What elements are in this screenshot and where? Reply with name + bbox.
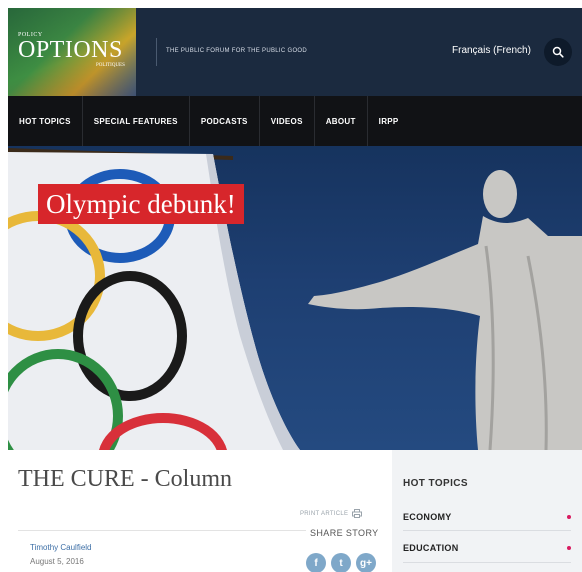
nav-item-special-features[interactable]: SPECIAL FEATURES [83,96,190,146]
language-toggle-link[interactable]: Français (French) [452,45,531,56]
nav-item-irpp[interactable]: IRPP [368,96,410,146]
sidebar-item-education[interactable]: EDUCATION [403,537,571,559]
print-article-link[interactable]: PRINT ARTICLE [300,509,363,518]
share-story-label: SHARE STORY [306,528,379,538]
site-tagline: THE PUBLIC FORUM FOR THE PUBLIC GOOD [166,48,308,54]
author-link[interactable]: Timothy Caulfield [30,543,92,552]
printer-icon [352,509,363,518]
sidebar-divider [403,530,571,531]
logo-text: POLICY OPTIONS POLITIQUES [18,32,125,68]
hero-label[interactable]: Olympic debunk! [38,184,244,224]
sidebar-title: HOT TOPICS [403,478,468,489]
article-title: THE CURE - Column [18,466,232,492]
main-nav: HOT TOPICS SPECIAL FEATURES PODCASTS VID… [8,96,582,146]
header-divider [156,38,157,66]
google-plus-icon[interactable]: g+ [356,553,376,572]
share-icons: f t g+ [306,553,376,572]
site-header: POLICY OPTIONS POLITIQUES THE PUBLIC FOR… [8,8,582,96]
twitter-icon[interactable]: t [331,553,351,572]
nav-item-podcasts[interactable]: PODCASTS [190,96,260,146]
hero-image[interactable]: Olympic debunk! [8,146,582,450]
search-icon [552,46,564,58]
bullet-dot-icon [567,546,571,550]
logo-sub-text: POLITIQUES [96,63,125,68]
article-date: August 5, 2016 [30,557,84,566]
sidebar-item-label: EDUCATION [403,543,459,553]
nav-item-about[interactable]: ABOUT [315,96,368,146]
article-header: THE CURE - Column PRINT ARTICLE SHARE ST… [8,450,392,572]
nav-item-videos[interactable]: VIDEOS [260,96,315,146]
site-logo[interactable]: POLICY OPTIONS POLITIQUES [8,8,136,96]
hot-topics-sidebar: HOT TOPICS ECONOMY EDUCATION [392,450,582,572]
logo-main-text: OPTIONS [18,37,123,63]
sidebar-item-label: ECONOMY [403,512,452,522]
sidebar-item-economy[interactable]: ECONOMY [403,506,571,528]
facebook-icon[interactable]: f [306,553,326,572]
print-article-label: PRINT ARTICLE [300,510,349,517]
sidebar-divider [403,562,571,563]
nav-item-hot-topics[interactable]: HOT TOPICS [8,96,83,146]
bullet-dot-icon [567,515,571,519]
search-button[interactable] [544,38,572,66]
